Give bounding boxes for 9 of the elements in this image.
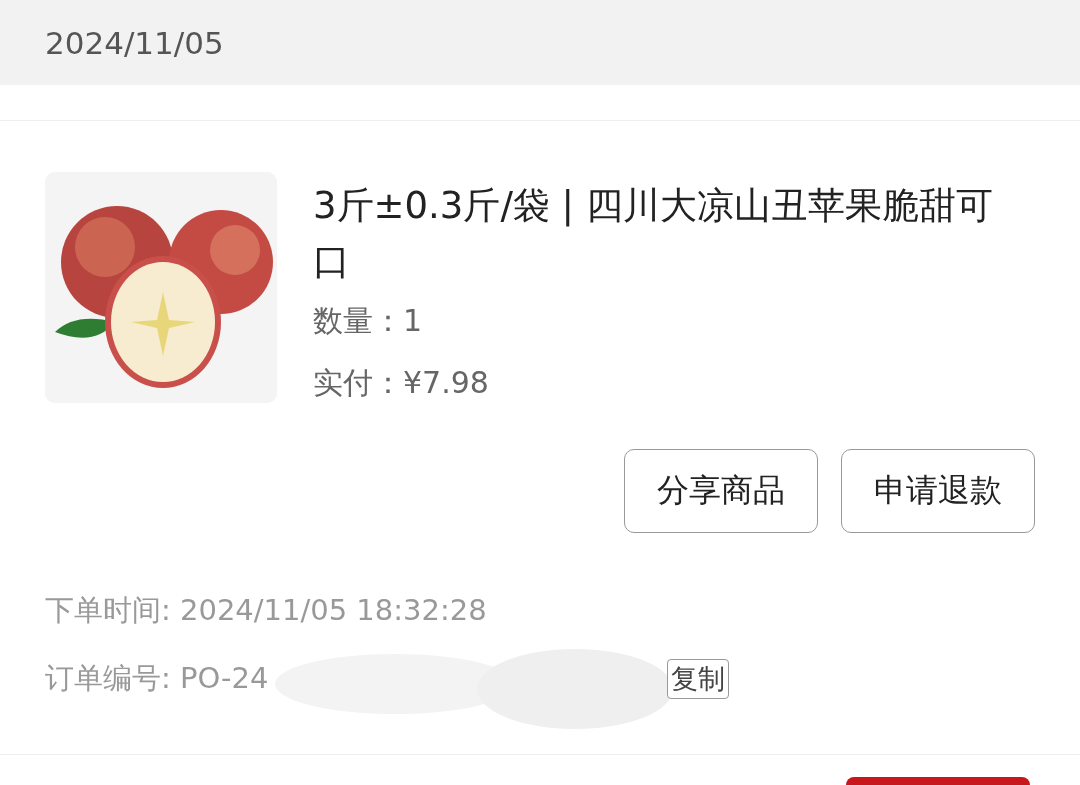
copy-button[interactable]: 复制 [666, 659, 729, 699]
order-time: 下单时间: 2024/11/05 18:32:28 [45, 592, 487, 629]
order-number: 订单编号: PO-24 [45, 660, 269, 697]
paid-amount: 实付：¥7.98 [313, 364, 490, 402]
product-title: 3斤±0.3斤/袋 | 四川大凉山丑苹果脆甜可口 [313, 183, 994, 285]
date-header: 2024/11/05 [45, 24, 224, 61]
action-button[interactable]: 分享商品 [624, 449, 818, 533]
action-button[interactable]: 申请退款 [841, 449, 1035, 533]
quantity-text: 数量：1 [313, 302, 424, 340]
